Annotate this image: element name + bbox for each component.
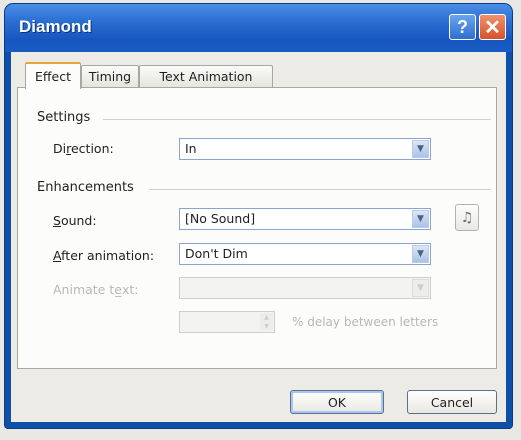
ok-button[interactable]: OK — [290, 390, 384, 414]
dialog-client: Effect Timing Text Animation Settings Di… — [11, 52, 506, 422]
spinner-arrows: ▲ ▼ — [260, 313, 273, 331]
title-bar[interactable]: Diamond ? ✕ — [5, 4, 512, 52]
cancel-button[interactable]: Cancel — [407, 390, 497, 414]
chevron-down-icon[interactable]: ▼ — [412, 210, 429, 228]
chevron-down-icon[interactable]: ▼ — [412, 245, 429, 263]
chevron-down-icon[interactable]: ▼ — [412, 140, 429, 158]
sound-value: [No Sound] — [185, 211, 256, 226]
help-icon: ? — [457, 16, 468, 37]
dialog-window: Diamond ? ✕ Effect Timing Text Animation… — [5, 4, 512, 428]
dialog-title: Diamond — [19, 17, 92, 36]
spin-down-icon: ▼ — [260, 322, 273, 331]
enhancements-divider — [149, 189, 491, 190]
close-button[interactable]: ✕ — [479, 14, 506, 40]
help-button[interactable]: ? — [449, 14, 476, 40]
animate-text-select: ▼ — [179, 277, 431, 299]
after-animation-label: After animation: — [53, 248, 155, 263]
tab-text-animation[interactable]: Text Animation — [139, 65, 273, 87]
speaker-icon: ♫ — [460, 209, 474, 226]
enhancements-group-label: Enhancements — [37, 180, 134, 195]
direction-value: In — [185, 141, 197, 156]
after-animation-value: Don't Dim — [185, 246, 248, 261]
settings-group-label: Settings — [37, 110, 91, 125]
tab-timing[interactable]: Timing — [81, 65, 139, 87]
direction-select[interactable]: In ▼ — [179, 138, 431, 160]
sound-settings-button[interactable]: ♫ — [455, 204, 479, 231]
delay-spinner: ▲ ▼ — [179, 311, 275, 333]
direction-label: Direction: — [53, 141, 114, 156]
animate-text-label: Animate te̲xt: — [53, 282, 139, 297]
sound-label: Sound: — [53, 213, 97, 228]
spin-up-icon: ▲ — [260, 313, 273, 322]
close-icon: ✕ — [484, 16, 501, 39]
settings-divider — [103, 119, 491, 120]
sound-select[interactable]: [No Sound] ▼ — [179, 208, 431, 230]
tab-effect[interactable]: Effect — [25, 62, 81, 89]
after-animation-select[interactable]: Don't Dim ▼ — [179, 243, 431, 265]
chevron-down-icon: ▼ — [412, 279, 429, 297]
delay-label: % delay between letters — [292, 315, 439, 329]
